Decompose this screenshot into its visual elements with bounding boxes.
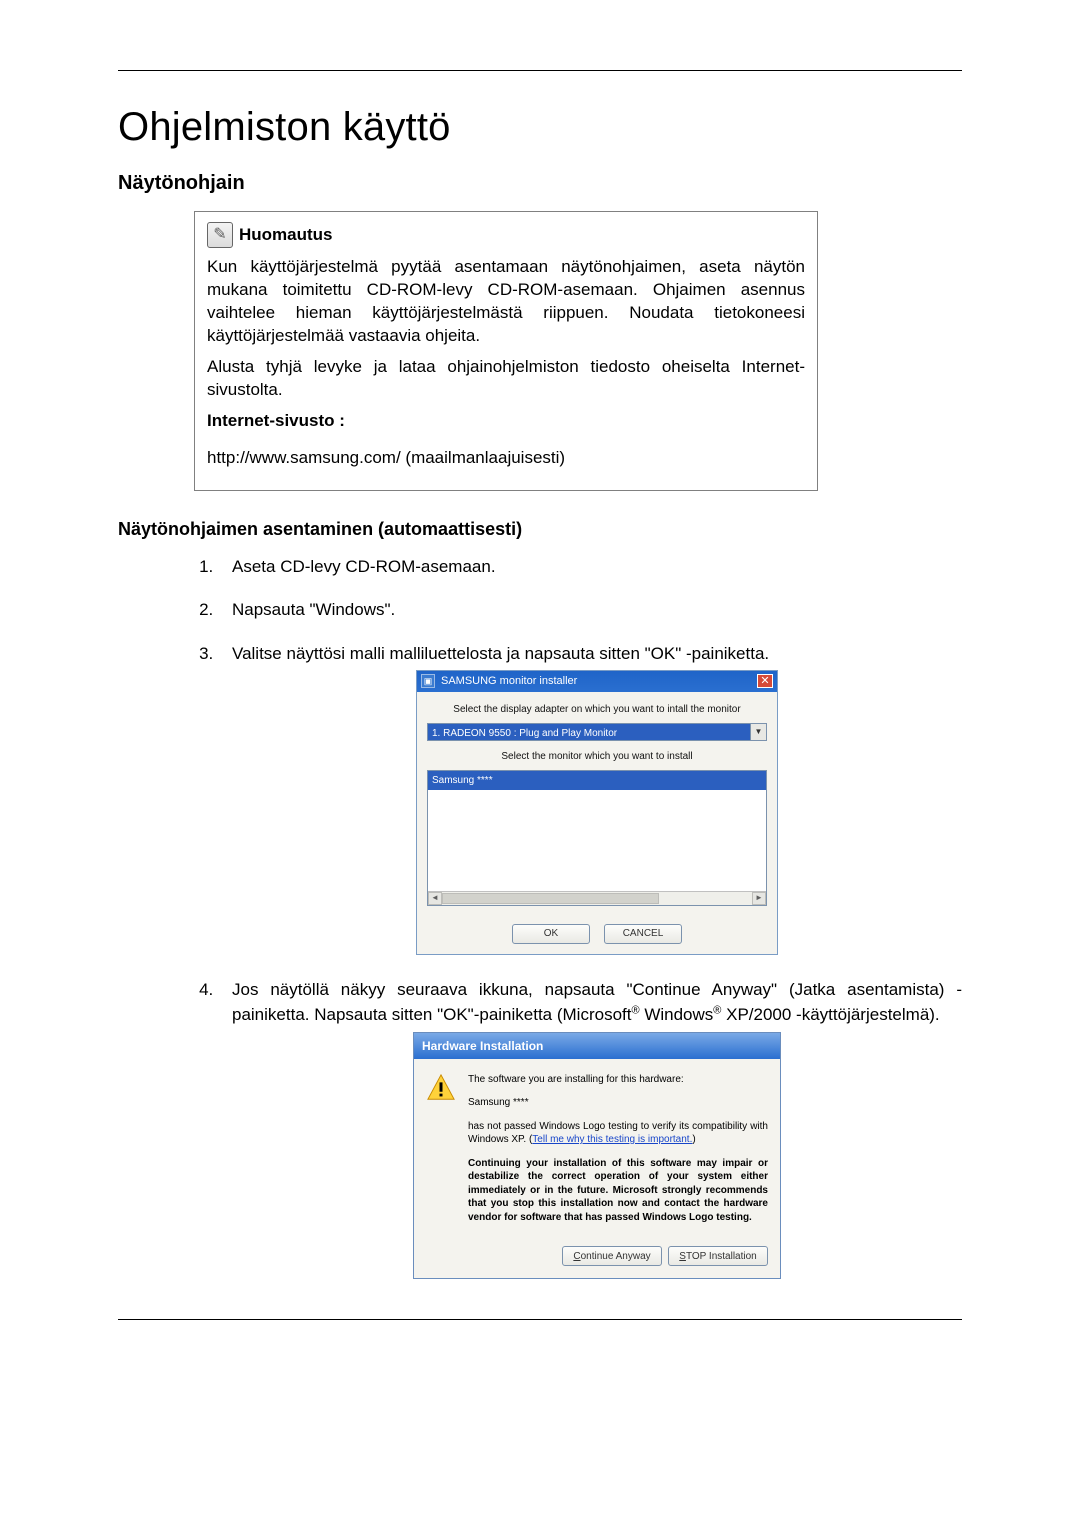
note-label: Huomautus	[239, 224, 333, 247]
reg-mark-1: ®	[631, 1004, 639, 1016]
scroll-thumb[interactable]	[442, 893, 659, 904]
step-2: Napsauta "Windows".	[218, 597, 962, 623]
cancel-button[interactable]: CANCEL	[604, 924, 682, 944]
stop-installation-button[interactable]: STOP Installation	[668, 1246, 768, 1266]
section-install-auto: Näytönohjaimen asentaminen (automaattise…	[118, 519, 962, 540]
bottom-rule	[118, 1319, 962, 1320]
dialog2-warning-bold: Continuing your installation of this sof…	[468, 1157, 768, 1225]
note-paragraph-1: Kun käyttöjärjestelmä pyytää asentamaan …	[207, 256, 805, 348]
hardware-installation-dialog: Hardware Installation The software you a…	[413, 1032, 781, 1280]
scroll-track[interactable]	[442, 892, 752, 905]
top-rule	[118, 70, 962, 71]
horizontal-scrollbar[interactable]: ◄ ►	[428, 891, 766, 905]
dialog2-p2: Samsung ****	[468, 1096, 768, 1110]
combo-selected-text: 1. RADEON 9550 : Plug and Play Monitor	[428, 724, 750, 740]
step-3: Valitse näyttösi malli malliluettelosta …	[218, 641, 962, 955]
step-1: Aseta CD-levy CD-ROM-asemaan.	[218, 554, 962, 580]
monitor-listbox[interactable]: Samsung **** ◄ ►	[427, 770, 767, 906]
ok-button[interactable]: OK	[512, 924, 590, 944]
step-4-text-b: Windows	[640, 1005, 714, 1024]
dialog1-label-monitor: Select the monitor which you want to ins…	[427, 749, 767, 764]
step-4: Jos näytöllä näkyy seuraava ikkuna, naps…	[218, 977, 962, 1280]
internet-url: http://www.samsung.com/ (maailmanlaajuis…	[207, 447, 805, 470]
continue-anyway-button[interactable]: Continue Anyway	[562, 1246, 662, 1266]
install-steps: Aseta CD-levy CD-ROM-asemaan. Napsauta "…	[194, 554, 962, 1280]
note-paragraph-2: Alusta tyhjä levyke ja lataa ohjainohjel…	[207, 356, 805, 402]
note-icon: ✎	[207, 222, 233, 248]
listbox-selected-item[interactable]: Samsung ****	[428, 771, 766, 790]
samsung-installer-dialog: ▣ SAMSUNG monitor installer ✕ Select the…	[416, 670, 778, 955]
note-box: ✎ Huomautus Kun käyttöjärjestelmä pyytää…	[194, 211, 818, 491]
section-driver: Näytönohjain	[118, 172, 962, 195]
dialog1-app-icon: ▣	[421, 674, 435, 688]
scroll-left-icon[interactable]: ◄	[428, 892, 442, 905]
testing-important-link[interactable]: Tell me why this testing is important.	[532, 1134, 692, 1145]
internet-site-label: Internet-sivusto :	[207, 411, 345, 430]
dialog1-label-adapter: Select the display adapter on which you …	[427, 702, 767, 717]
chevron-down-icon[interactable]: ▼	[750, 724, 766, 740]
dialog2-p1: The software you are installing for this…	[468, 1073, 768, 1087]
scroll-right-icon[interactable]: ►	[752, 892, 766, 905]
page-title: Ohjelmiston käyttö	[118, 105, 962, 150]
step-3-text: Valitse näyttösi malli malliluettelosta …	[232, 644, 769, 663]
warning-icon	[426, 1073, 456, 1103]
step-4-text-c: XP/2000 -käyttöjärjestelmä).	[721, 1005, 939, 1024]
dialog1-close-icon[interactable]: ✕	[757, 674, 773, 688]
dialog2-title-text: Hardware Installation	[414, 1033, 780, 1059]
display-adapter-combo[interactable]: 1. RADEON 9550 : Plug and Play Monitor ▼	[427, 723, 767, 741]
dialog1-title-text: SAMSUNG monitor installer	[441, 673, 577, 690]
dialog2-p3: has not passed Windows Logo testing to v…	[468, 1120, 768, 1147]
dialog1-titlebar: ▣ SAMSUNG monitor installer ✕	[417, 671, 777, 692]
